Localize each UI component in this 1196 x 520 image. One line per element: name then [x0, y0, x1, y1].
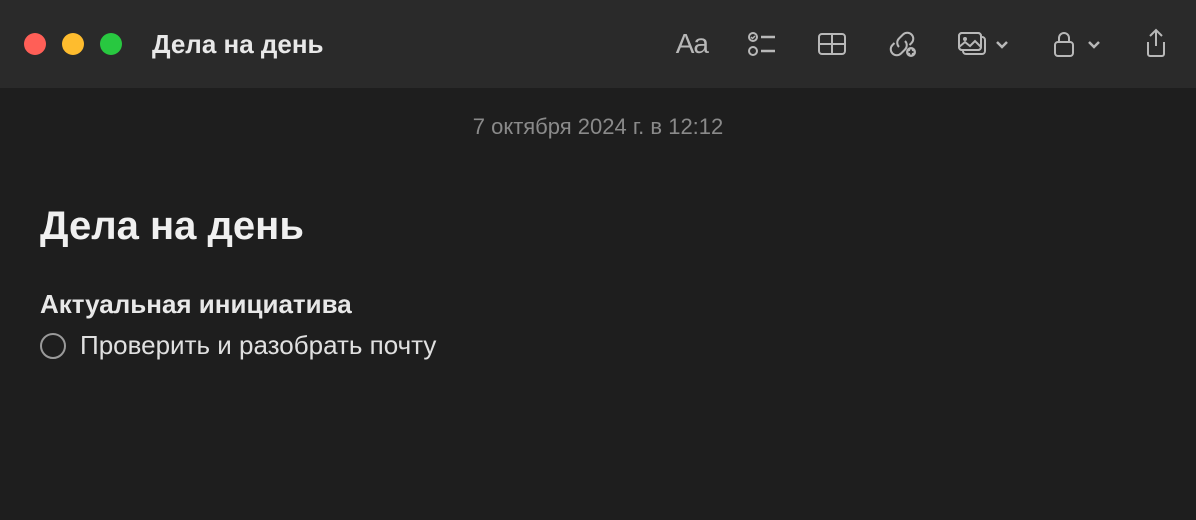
chevron-down-icon — [994, 36, 1010, 52]
minimize-window-button[interactable] — [62, 33, 84, 55]
share-button[interactable] — [1140, 28, 1172, 60]
maximize-window-button[interactable] — [100, 33, 122, 55]
note-title[interactable]: Дела на день — [40, 204, 1156, 249]
checklist-icon — [746, 28, 778, 60]
checklist-item-text[interactable]: Проверить и разобрать почту — [80, 330, 436, 361]
media-icon — [956, 28, 988, 60]
close-window-button[interactable] — [24, 33, 46, 55]
media-button[interactable] — [956, 28, 1010, 60]
share-icon — [1140, 28, 1172, 60]
checklist-checkbox[interactable] — [40, 333, 66, 359]
font-icon: Aa — [676, 28, 708, 60]
link-button[interactable] — [886, 28, 918, 60]
chevron-down-icon — [1086, 36, 1102, 52]
checklist-item: Проверить и разобрать почту — [40, 330, 1156, 361]
note-timestamp: 7 октября 2024 г. в 12:12 — [40, 114, 1156, 140]
titlebar: Дела на день Aa — [0, 0, 1196, 88]
section-heading[interactable]: Актуальная инициатива — [40, 289, 1156, 320]
lock-button[interactable] — [1048, 28, 1102, 60]
window-title: Дела на день — [152, 29, 324, 60]
format-button[interactable]: Aa — [676, 28, 708, 60]
table-button[interactable] — [816, 28, 848, 60]
table-icon — [816, 28, 848, 60]
checklist-button[interactable] — [746, 28, 778, 60]
lock-icon — [1048, 28, 1080, 60]
window-controls — [24, 33, 122, 55]
toolbar: Aa — [676, 28, 1172, 60]
note-content[interactable]: 7 октября 2024 г. в 12:12 Дела на день А… — [0, 88, 1196, 387]
link-icon — [886, 28, 918, 60]
